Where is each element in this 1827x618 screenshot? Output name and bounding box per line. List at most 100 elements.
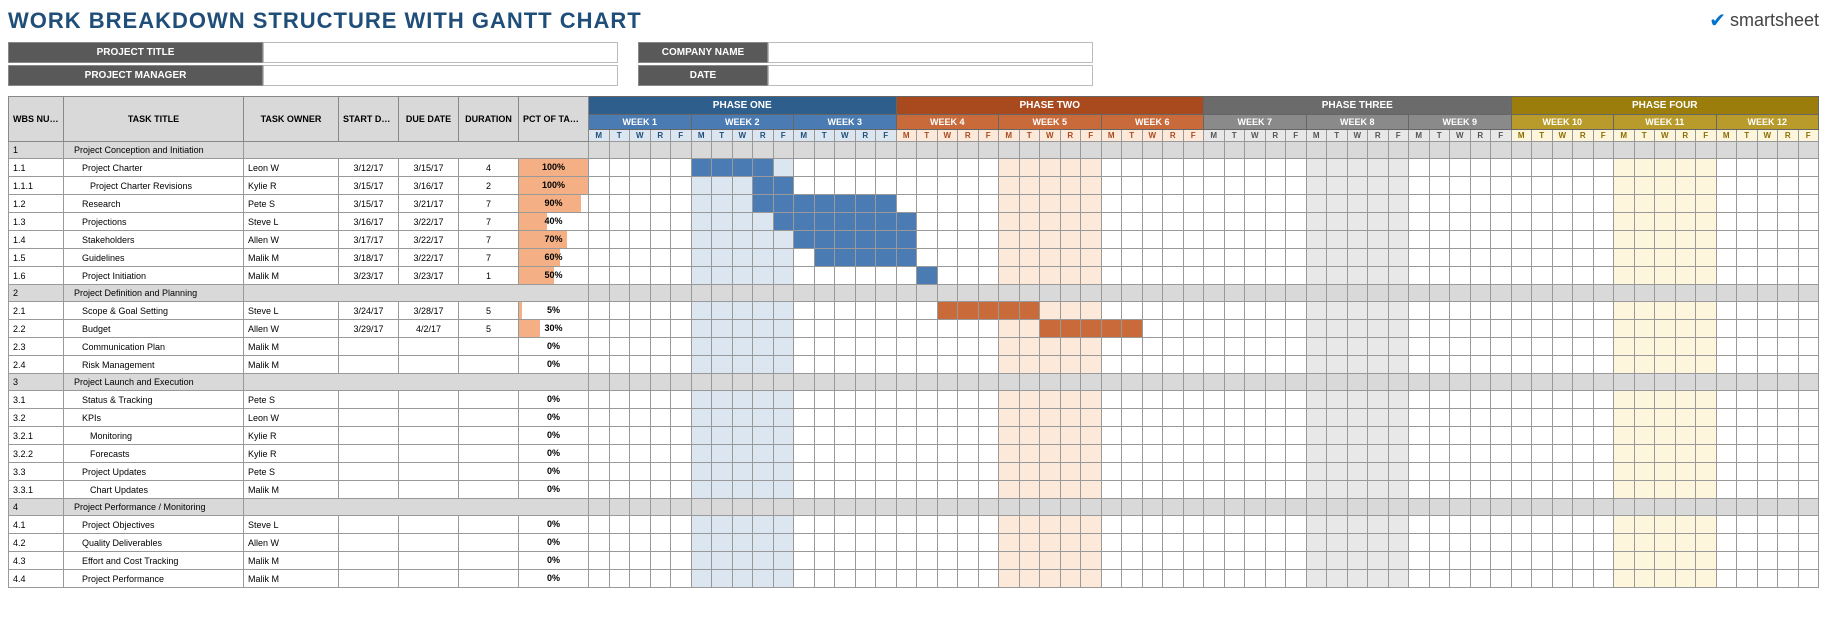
gantt-cell[interactable]	[1122, 445, 1143, 463]
gantt-cell[interactable]	[876, 570, 897, 588]
gantt-cell[interactable]	[1737, 409, 1758, 427]
gantt-cell[interactable]	[732, 195, 753, 213]
gantt-cell[interactable]	[896, 159, 917, 177]
gantt-cell[interactable]	[1306, 267, 1327, 285]
gantt-cell[interactable]	[1265, 231, 1286, 249]
start-cell[interactable]: 3/12/17	[339, 159, 399, 177]
table-row[interactable]: 1.1Project CharterLeon W3/12/173/15/1741…	[9, 159, 1819, 177]
gantt-cell[interactable]	[732, 249, 753, 267]
gantt-cell[interactable]	[1368, 374, 1389, 391]
gantt-cell[interactable]	[1204, 499, 1225, 516]
gantt-cell[interactable]	[1634, 391, 1655, 409]
gantt-cell[interactable]	[1224, 374, 1245, 391]
gantt-cell[interactable]	[1778, 570, 1799, 588]
gantt-cell[interactable]	[1060, 570, 1081, 588]
gantt-cell[interactable]	[712, 570, 733, 588]
gantt-cell[interactable]	[1347, 445, 1368, 463]
gantt-cell[interactable]	[958, 338, 979, 356]
gantt-cell[interactable]	[1183, 338, 1204, 356]
gantt-cell[interactable]	[1060, 267, 1081, 285]
gantt-cell[interactable]	[589, 445, 610, 463]
gantt-cell[interactable]	[1778, 356, 1799, 374]
gantt-cell[interactable]	[1019, 463, 1040, 481]
gantt-cell[interactable]	[1429, 267, 1450, 285]
gantt-cell[interactable]	[855, 516, 876, 534]
gantt-cell[interactable]	[999, 267, 1020, 285]
gantt-cell[interactable]	[1552, 516, 1573, 534]
gantt-cell[interactable]	[1511, 249, 1532, 267]
gantt-cell[interactable]	[1327, 534, 1348, 552]
gantt-cell[interactable]	[1163, 463, 1184, 481]
gantt-cell[interactable]	[1122, 534, 1143, 552]
gantt-cell[interactable]	[876, 159, 897, 177]
gantt-cell[interactable]	[1737, 195, 1758, 213]
due-cell[interactable]	[399, 516, 459, 534]
pct-cell[interactable]: 0%	[519, 570, 589, 588]
gantt-cell[interactable]	[1142, 427, 1163, 445]
gantt-cell[interactable]	[1224, 267, 1245, 285]
gantt-cell[interactable]	[1368, 195, 1389, 213]
gantt-cell[interactable]	[1737, 231, 1758, 249]
gantt-cell[interactable]	[1634, 231, 1655, 249]
gantt-cell[interactable]	[1019, 338, 1040, 356]
gantt-cell[interactable]	[1470, 320, 1491, 338]
gantt-cell[interactable]	[630, 320, 651, 338]
gantt-cell[interactable]	[1142, 570, 1163, 588]
gantt-cell[interactable]	[1388, 445, 1409, 463]
owner-cell[interactable]: Malik M	[244, 481, 339, 499]
gantt-cell[interactable]	[1573, 177, 1594, 195]
gantt-cell[interactable]	[1552, 499, 1573, 516]
gantt-cell[interactable]	[1655, 463, 1676, 481]
gantt-cell[interactable]	[609, 142, 630, 159]
owner-cell[interactable]: Allen W	[244, 320, 339, 338]
gantt-cell[interactable]	[1655, 267, 1676, 285]
gantt-cell[interactable]	[999, 570, 1020, 588]
gantt-cell[interactable]	[773, 159, 794, 177]
gantt-cell[interactable]	[1040, 534, 1061, 552]
gantt-cell[interactable]	[1019, 159, 1040, 177]
gantt-cell[interactable]	[1593, 463, 1614, 481]
start-cell[interactable]: 3/23/17	[339, 267, 399, 285]
gantt-cell[interactable]	[1429, 409, 1450, 427]
gantt-cell[interactable]	[1183, 213, 1204, 231]
gantt-cell[interactable]	[1224, 338, 1245, 356]
gantt-cell[interactable]	[1511, 356, 1532, 374]
gantt-cell[interactable]	[712, 142, 733, 159]
gantt-cell[interactable]	[753, 267, 774, 285]
gantt-cell[interactable]	[1511, 195, 1532, 213]
gantt-cell[interactable]	[691, 267, 712, 285]
gantt-cell[interactable]	[999, 499, 1020, 516]
gantt-cell[interactable]	[1347, 552, 1368, 570]
gantt-cell[interactable]	[1183, 195, 1204, 213]
gantt-cell[interactable]	[1737, 285, 1758, 302]
gantt-cell[interactable]	[1142, 213, 1163, 231]
gantt-cell[interactable]	[794, 374, 815, 391]
gantt-cell[interactable]	[814, 552, 835, 570]
gantt-cell[interactable]	[1552, 409, 1573, 427]
gantt-cell[interactable]	[1409, 320, 1430, 338]
gantt-cell[interactable]	[999, 302, 1020, 320]
gantt-cell[interactable]	[1429, 285, 1450, 302]
gantt-cell[interactable]	[1245, 391, 1266, 409]
gantt-cell[interactable]	[1122, 302, 1143, 320]
gantt-cell[interactable]	[1429, 552, 1450, 570]
gantt-cell[interactable]	[1040, 320, 1061, 338]
gantt-cell[interactable]	[1347, 302, 1368, 320]
gantt-cell[interactable]	[1470, 534, 1491, 552]
gantt-cell[interactable]	[896, 516, 917, 534]
gantt-cell[interactable]	[589, 499, 610, 516]
gantt-cell[interactable]	[958, 159, 979, 177]
gantt-cell[interactable]	[712, 374, 733, 391]
gantt-cell[interactable]	[1552, 285, 1573, 302]
gantt-cell[interactable]	[1245, 552, 1266, 570]
gantt-cell[interactable]	[589, 142, 610, 159]
table-row[interactable]: 4.3Effort and Cost TrackingMalik M0%	[9, 552, 1819, 570]
wbs-cell[interactable]: 4.3	[9, 552, 64, 570]
gantt-cell[interactable]	[1327, 570, 1348, 588]
gantt-cell[interactable]	[1737, 481, 1758, 499]
dur-cell[interactable]	[459, 534, 519, 552]
gantt-cell[interactable]	[650, 356, 671, 374]
gantt-cell[interactable]	[1122, 481, 1143, 499]
gantt-cell[interactable]	[855, 499, 876, 516]
gantt-cell[interactable]	[978, 249, 999, 267]
